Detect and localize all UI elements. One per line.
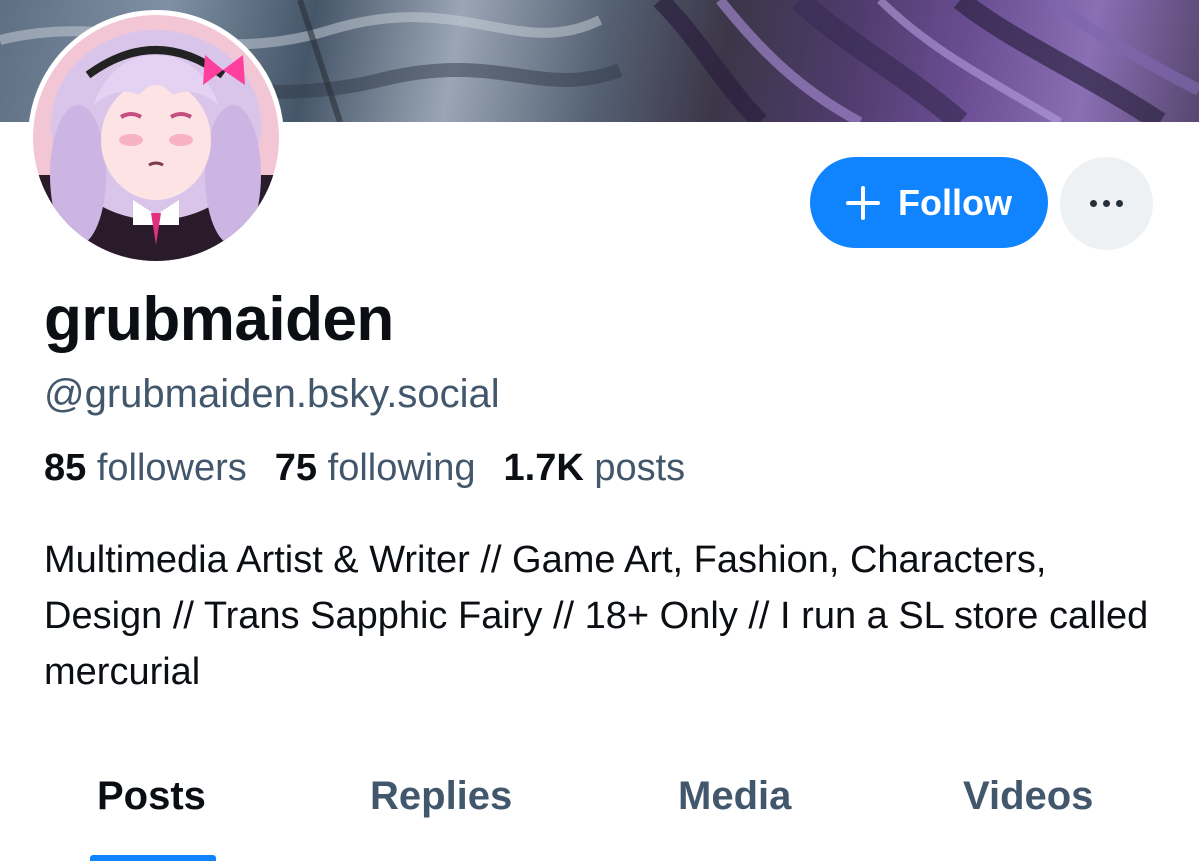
more-options-button[interactable] [1060, 157, 1153, 250]
tab-posts[interactable]: Posts [97, 774, 206, 819]
ellipsis-icon [1090, 200, 1097, 207]
posts-stat: 1.7K posts [504, 447, 686, 490]
handle: @grubmaiden.bsky.social [44, 372, 500, 416]
plus-icon [846, 185, 880, 220]
avatar-illustration [33, 15, 279, 261]
profile-bio: Multimedia Artist & Writer // Game Art, … [44, 539, 1149, 693]
followers-count: 85 [44, 447, 87, 489]
profile-tabs: Posts Replies Media Videos [0, 750, 1199, 861]
follow-button-label: Follow [898, 181, 1012, 223]
followers-label: followers [96, 447, 247, 489]
active-tab-indicator [90, 855, 216, 861]
display-name: grubmaiden [44, 285, 394, 354]
ellipsis-dot [1116, 200, 1123, 207]
following-stat[interactable]: 75 following [275, 447, 476, 490]
following-label: following [327, 447, 476, 489]
follow-button[interactable]: Follow [810, 157, 1048, 248]
posts-count: 1.7K [503, 447, 584, 489]
ellipsis-dot [1103, 200, 1110, 207]
followers-stat[interactable]: 85 followers [44, 447, 247, 490]
tab-replies[interactable]: Replies [370, 774, 512, 819]
tab-videos[interactable]: Videos [963, 774, 1093, 819]
posts-label: posts [594, 447, 686, 489]
tab-media[interactable]: Media [678, 774, 791, 819]
avatar[interactable] [28, 10, 284, 266]
following-count: 75 [274, 447, 318, 489]
profile-stats: 85 followers 75 following 1.7K posts [44, 447, 685, 490]
